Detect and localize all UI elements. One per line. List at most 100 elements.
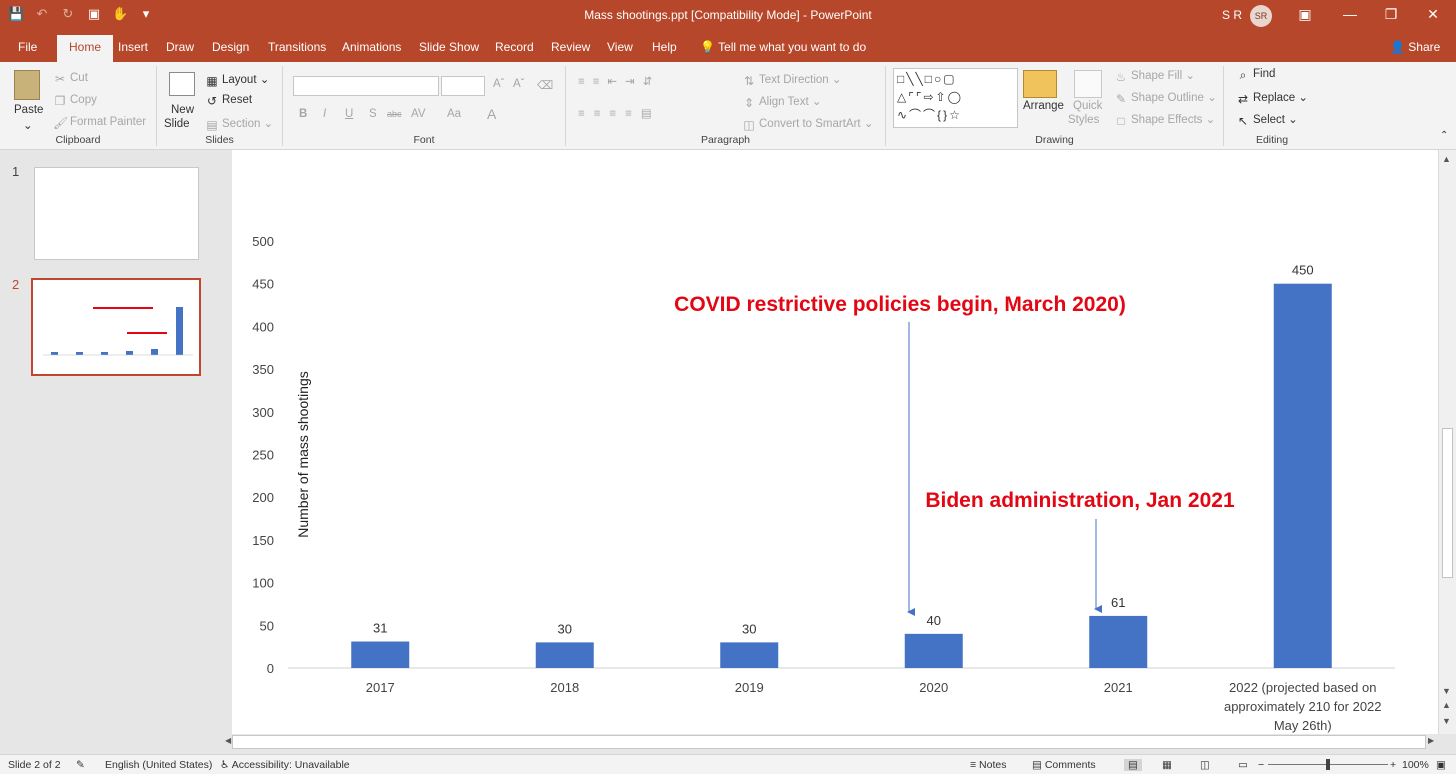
shapes-gallery[interactable]: □╲╲□○▢ △⌜⌜⇨⇧◯ ∿⌒⌒{}☆ — [893, 68, 1018, 128]
new-slide-button[interactable]: New — [171, 104, 194, 116]
paragraph-group: ≡≡⇤⇥⇵ ≡≡≡≡▤ ⇅ Text Direction ⌄ ⇕ Align Tex… — [566, 66, 886, 146]
character-spacing-button[interactable]: AV — [411, 108, 426, 120]
format-painter-button[interactable]: 🖌 Format Painter — [53, 116, 146, 130]
vertical-scrollbar[interactable]: ▲ ▼ ▲ ▼ — [1438, 150, 1456, 734]
italic-button[interactable]: I — [323, 108, 326, 120]
text-shadow-button[interactable]: S — [369, 108, 377, 120]
tab-review[interactable]: Review — [551, 40, 590, 54]
align-text-button[interactable]: ⇕ Align Text ⌄ — [742, 94, 822, 110]
accessibility-icon: ♿ — [220, 759, 232, 771]
bar[interactable] — [1273, 283, 1332, 668]
arrange-button[interactable]: Arrange — [1023, 100, 1064, 112]
section-button[interactable]: ▤ Section ⌄ — [205, 116, 273, 132]
strikethrough-button[interactable]: abc — [387, 109, 402, 119]
copy-button[interactable]: ❐ Copy — [53, 94, 97, 108]
reset-button[interactable]: ↺ Reset — [205, 94, 252, 108]
tab-slide-show[interactable]: Slide Show — [419, 40, 479, 54]
share-button[interactable]: 👤 Share — [1390, 40, 1440, 54]
slide-canvas[interactable]: 0 50 100 150 200 250 300 350 400 450 500 Number of … — [232, 150, 1438, 734]
avatar[interactable]: SR — [1250, 5, 1272, 27]
vertical-scrollbar-thumb[interactable] — [1442, 428, 1453, 578]
restore-button[interactable]: ❐ — [1376, 6, 1406, 23]
find-button[interactable]: ⌕ Find — [1236, 68, 1276, 82]
clipboard-group: Paste ⌄ ✂ Cut ❐ Copy 🖌 Format Painter Clipb… — [0, 66, 157, 146]
paste-dropdown-icon[interactable]: ⌄ — [23, 118, 33, 132]
notes-button[interactable]: ≡ Notes — [970, 759, 1006, 771]
horizontal-scrollbar-thumb[interactable] — [232, 735, 1426, 749]
language-indicator[interactable]: English (United States) — [105, 759, 212, 771]
scissors-icon: ✂ — [54, 72, 66, 86]
scroll-left-icon[interactable]: ◀ — [225, 736, 231, 745]
bar[interactable] — [720, 642, 779, 668]
new-slide-dropdown[interactable]: Slide — [164, 118, 190, 130]
change-case-button[interactable]: Aa — [447, 108, 461, 120]
paste-button[interactable]: Paste — [14, 104, 43, 116]
accessibility-status[interactable]: ♿ Accessibility: Unavailable — [220, 759, 350, 771]
tab-transitions[interactable]: Transitions — [268, 40, 326, 54]
convert-smartart-button[interactable]: ◫ Convert to SmartArt ⌄ — [742, 116, 873, 132]
slide-counter[interactable]: Slide 2 of 2 — [8, 759, 61, 771]
bar[interactable] — [904, 633, 963, 668]
reading-view-icon[interactable]: ◫ — [1200, 759, 1210, 771]
zoom-in-icon[interactable]: + — [1390, 759, 1396, 771]
slide-thumbnail-1[interactable] — [34, 167, 199, 260]
zoom-level[interactable]: 100% — [1402, 759, 1429, 771]
font-name-combo[interactable] — [293, 76, 439, 96]
tab-home[interactable]: Home — [57, 35, 114, 62]
normal-view-icon[interactable]: ▤ — [1124, 759, 1142, 771]
zoom-out-icon[interactable]: − — [1258, 759, 1264, 771]
text-direction-button[interactable]: ⇅ Text Direction ⌄ — [742, 72, 842, 88]
clear-formatting-icon[interactable]: ⌫ — [537, 78, 553, 92]
horizontal-scrollbar[interactable]: ◀ ▶ — [222, 734, 1438, 752]
shape-fill-button[interactable]: ♨ Shape Fill ⌄ — [1114, 68, 1195, 84]
font-color-icon[interactable]: A — [487, 106, 496, 122]
tab-view[interactable]: View — [607, 40, 633, 54]
slide-show-icon[interactable]: ▭ — [1238, 759, 1248, 771]
zoom-slider-thumb[interactable] — [1326, 759, 1330, 770]
tab-animations[interactable]: Animations — [342, 40, 401, 54]
tell-me-search[interactable]: 💡 Tell me what you want to do — [700, 40, 866, 54]
tab-help[interactable]: Help — [652, 40, 677, 54]
decrease-font-size-icon[interactable]: Aˇ — [513, 78, 525, 90]
bold-button[interactable]: B — [299, 108, 307, 120]
next-slide-icon[interactable]: ▼ — [1442, 716, 1451, 726]
scroll-down-icon[interactable]: ▼ — [1442, 686, 1451, 696]
tab-record[interactable]: Record — [495, 40, 534, 54]
quick-styles-button[interactable]: Quick — [1073, 100, 1102, 112]
alignment-buttons[interactable]: ≡≡≡≡▤ — [578, 106, 661, 120]
minimize-button[interactable]: — — [1335, 6, 1365, 22]
bar-chart[interactable]: 0 50 100 150 200 250 300 350 400 450 500 Number of … — [232, 150, 1438, 734]
bar[interactable] — [351, 641, 410, 668]
font-size-combo[interactable] — [441, 76, 485, 96]
collapse-ribbon-icon[interactable]: ⌃ — [1440, 130, 1448, 141]
tab-insert[interactable]: Insert — [118, 40, 148, 54]
scroll-right-icon[interactable]: ▶ — [1428, 736, 1434, 745]
list-buttons[interactable]: ≡≡⇤⇥⇵ — [578, 74, 660, 88]
underline-button[interactable]: U — [345, 108, 353, 120]
user-name[interactable]: S R — [1222, 8, 1242, 22]
tab-design[interactable]: Design — [212, 40, 249, 54]
slide-thumbnail-2[interactable] — [31, 278, 201, 376]
previous-slide-icon[interactable]: ▲ — [1442, 700, 1451, 710]
shape-effects-button[interactable]: □ Shape Effects ⌄ — [1114, 112, 1215, 128]
select-button[interactable]: ↖ Select ⌄ — [1236, 112, 1298, 128]
cut-button[interactable]: ✂ Cut — [53, 72, 88, 86]
spelling-check-icon[interactable]: ✎ — [76, 759, 85, 771]
bar[interactable] — [535, 642, 594, 668]
bar[interactable] — [1089, 615, 1148, 668]
shape-outline-button[interactable]: ✎ Shape Outline ⌄ — [1114, 90, 1217, 106]
comments-button[interactable]: ▤ Comments — [1032, 759, 1096, 771]
tab-draw[interactable]: Draw — [166, 40, 194, 54]
tab-file[interactable]: File — [18, 40, 37, 54]
drawing-group-label: Drawing — [1035, 134, 1074, 146]
layout-button[interactable]: ▦ Layout ⌄ — [205, 72, 269, 88]
ribbon-display-options-icon[interactable]: ▣ — [1290, 6, 1320, 23]
section-icon: ▤ — [206, 118, 218, 132]
scroll-up-icon[interactable]: ▲ — [1442, 154, 1451, 164]
slide-sorter-icon[interactable]: ▦ — [1162, 759, 1172, 771]
y-tick-label: 450 — [252, 277, 274, 292]
replace-button[interactable]: ⇄ Replace ⌄ — [1236, 90, 1308, 106]
close-button[interactable]: ✕ — [1418, 6, 1448, 23]
increase-font-size-icon[interactable]: Aˆ — [493, 78, 505, 90]
fit-slide-icon[interactable]: ▣ — [1436, 759, 1446, 771]
